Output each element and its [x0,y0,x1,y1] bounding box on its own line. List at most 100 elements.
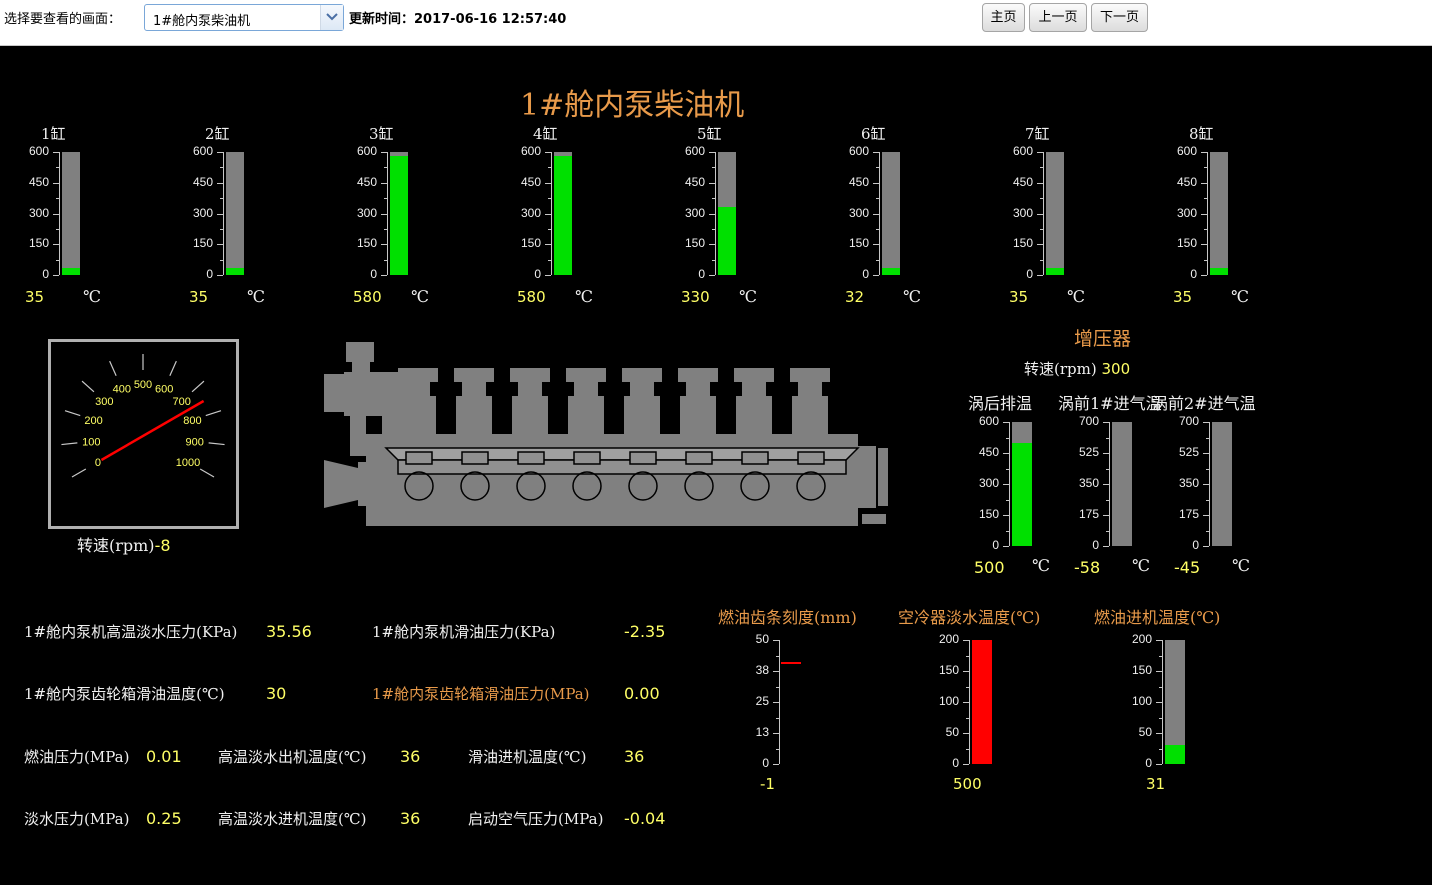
cylinder-6-tick-mark [873,275,879,276]
cooler-gauge-bar-fill [972,640,992,764]
cylinder-label: 3缸 [369,125,394,143]
cylinder-5-tick-mark [709,183,715,184]
cylinder-label: 7缸 [1025,125,1050,143]
screen-select[interactable]: 1#舱内泵柴油机 [144,4,344,31]
cylinder-4-tick-mark [545,152,551,153]
rpm-label-text: 转速(rpm) [77,536,155,555]
turbo-gauge-value: 500 [974,558,1005,577]
cylinder-7-tick-mark [1037,244,1043,245]
cylinder-6-axis [879,152,880,275]
lube-in-temp-label: 滑油进机温度(℃) [468,748,587,766]
cylinder-7-minor-tick [1040,260,1043,261]
rpm-dial-face: 0 100 200 300400 500 600700 800 900 1000 [48,339,239,529]
cylinder-value: 580 [353,288,382,306]
page-title: 1#舱内泵柴油机 [520,88,745,123]
fuel-pressure-value: 0.01 [146,747,182,766]
cylinder-4-minor-tick [548,260,551,261]
rack-marker [781,662,801,664]
cylinder-4-tick-label: 600 [520,144,541,158]
cylinder-5-tick-mark [709,275,715,276]
toolbar: 选择要查看的画面： 1#舱内泵柴油机 更新时间：2017-06-16 12:57… [0,0,1432,46]
engine-cylinder-head [622,368,662,434]
rack-gauge-tick-mark [773,640,779,641]
cylinder-3-tick-label: 150 [356,236,377,250]
rack-label: 燃油齿条刻度(mm) [718,608,857,627]
temp-unit: ℃ [739,287,757,306]
screen-select-value: 1#舱内泵柴油机 [153,14,251,29]
cylinder-7-minor-tick [1040,229,1043,230]
cooler-gauge-tick-mark [963,702,969,703]
turbo-gauge-1-tick-label: 150 [978,507,999,521]
turbo-gauge-1-tick-label: 300 [978,476,999,490]
turbo-gauge-1-tick-mark [1003,484,1009,485]
rpm-dial-number: 400 [113,383,131,395]
prev-page-button[interactable]: 上一页 [1029,3,1087,32]
turbo-gauge-2-tick-mark [1103,546,1109,547]
cylinder-3-minor-tick [384,229,387,230]
cylinder-6-minor-tick [876,229,879,230]
fuel-in-gauge-tick-label: 100 [1131,694,1152,708]
turbo-gauge-2-minor-tick [1106,438,1109,439]
cylinder-8-tick-mark [1201,244,1207,245]
cylinder-3-tick-mark [381,183,387,184]
turbo-gauge-2-tick-mark [1103,453,1109,454]
screen-select-label: 选择要查看的画面： [4,12,122,27]
home-button[interactable]: 主页 [982,3,1025,32]
fw-pressure-label: 淡水压力(MPa) [24,810,130,828]
turbo-gauge-3-tick-label: 175 [1178,507,1199,521]
temp-unit: ℃ [83,287,101,306]
cylinder-8-minor-tick [1204,260,1207,261]
rpm-dial-number: 700 [172,396,190,408]
cylinder-8-tick-label: 450 [1176,175,1197,189]
cylinder-1-tick-mark [53,152,59,153]
fuel-in-gauge-minor-tick [1159,656,1162,657]
cylinder-1-tick-mark [53,275,59,276]
fuel-in-gauge-tick-mark [1156,733,1162,734]
turbo-gauge-1-tick-mark [1003,546,1009,547]
turbo-gauge-2-minor-tick [1106,531,1109,532]
turbo-gauge-2-minor-tick [1106,469,1109,470]
next-page-button[interactable]: 下一页 [1091,3,1148,32]
cylinder-2-tick-mark [217,183,223,184]
cylinder-6-bar-fill [882,268,900,275]
lube-in-temp-value: 36 [624,747,645,766]
turbo-gauge-3-minor-tick [1206,500,1209,501]
cylinder-3-bar-fill [390,156,408,275]
cylinder-label: 4缸 [533,125,558,143]
cylinder-1-minor-tick [56,229,59,230]
cylinder-7-tick-mark [1037,183,1043,184]
cylinder-5-minor-tick [712,229,715,230]
turbo-title: 增压器 [1074,328,1132,350]
rack-gauge-tick-label: 50 [755,632,769,646]
cylinder-5-tick-label: 150 [684,236,705,250]
cylinder-3-tick-mark [381,275,387,276]
cylinder-6-tick-mark [873,183,879,184]
cylinder-6-tick-mark [873,152,879,153]
fuel-in-label: 燃油进机温度(℃) [1094,608,1221,627]
cylinder-2-tick-label: 450 [192,175,213,189]
engine-window [517,451,545,465]
turbo-gauge-1-axis [1009,422,1010,546]
temp-unit: ℃ [1231,287,1249,306]
cylinder-5-minor-tick [712,198,715,199]
cylinder-2-minor-tick [220,260,223,261]
cylinder-3-tick-label: 600 [356,144,377,158]
cylinder-7-tick-label: 300 [1012,206,1033,220]
cylinder-1-minor-tick [56,198,59,199]
turbo-gauge-3-tick-label: 700 [1178,414,1199,428]
cylinder-value: 32 [845,288,865,306]
lube-pressure-label: 1#舱内泵机滑油压力(KPa) [372,623,556,641]
chevron-down-icon[interactable] [320,5,343,30]
fuel-in-gauge-tick-label: 200 [1131,632,1152,646]
engine-cylinder-head [678,368,718,434]
fuel-in-gauge-minor-tick [1159,718,1162,719]
cylinder-5-bar-fill [718,207,736,275]
rpm-value: -8 [154,536,171,555]
cylinder-4-tick-mark [545,183,551,184]
scada-screen: 1#舱内泵柴油机 1缸 600 450 300 150 0 35 ℃ 2缸 600 450 300 15… [0,46,1432,885]
cylinder-7-tick-label: 450 [1012,175,1033,189]
fuel-in-gauge-tick-mark [1156,640,1162,641]
cylinder-5-tick-label: 300 [684,206,705,220]
turbo-gauge-2-tick-mark [1103,515,1109,516]
cylinder-2-bar [226,152,244,275]
